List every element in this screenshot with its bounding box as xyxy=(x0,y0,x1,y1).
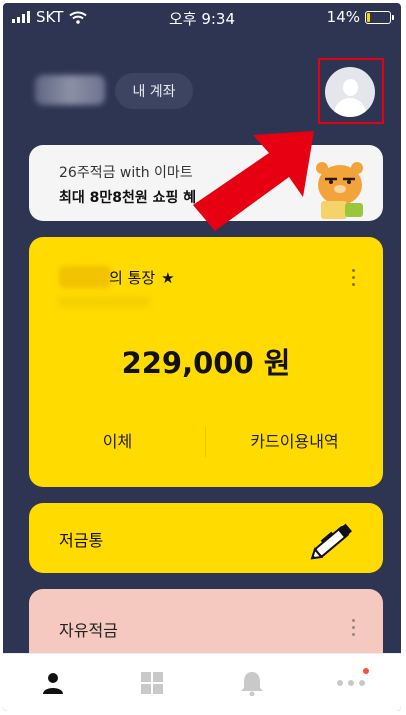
account-owner-blurred xyxy=(59,266,111,288)
account-title: 의 통장 ★ xyxy=(109,267,175,288)
pen-icon xyxy=(310,523,353,560)
grid-icon xyxy=(141,672,164,694)
bottom-nav xyxy=(3,653,401,711)
bell-icon xyxy=(240,672,263,696)
battery-percent: 14% xyxy=(326,8,360,26)
battery-icon xyxy=(365,10,394,24)
free-savings-label: 자유적금 xyxy=(59,621,118,640)
more-icon xyxy=(337,680,366,686)
account-number-blurred xyxy=(59,297,149,307)
savings-more-icon[interactable] xyxy=(350,619,356,640)
card-history-button[interactable]: 카드이용내역 xyxy=(206,427,383,457)
piggy-bank-card[interactable]: 저금통 xyxy=(29,503,383,573)
account-balance: 229,000 원 xyxy=(121,346,291,380)
account-more-icon[interactable] xyxy=(350,269,356,290)
red-arrow-annotation xyxy=(193,131,314,231)
favorite-star-icon: ★ xyxy=(161,269,175,287)
account-actions: 이체 카드이용내역 xyxy=(29,427,383,457)
my-account-button[interactable]: 내 계좌 xyxy=(115,73,193,109)
user-name-blurred xyxy=(35,75,105,105)
status-right: 14% xyxy=(326,8,394,26)
person-icon xyxy=(42,673,63,694)
tab-my-account[interactable] xyxy=(3,654,103,711)
tab-notifications[interactable] xyxy=(202,654,302,711)
banner-line2: 최대 8만8천원 쇼핑 혜 xyxy=(59,190,197,206)
banner-line1: 26주적금 with 이마트 xyxy=(59,165,193,181)
main-account-card[interactable]: 의 통장 ★ 229,000 원 이체 카드이용내역 xyxy=(29,237,383,487)
tab-more[interactable] xyxy=(302,654,402,711)
highlight-box xyxy=(318,58,384,124)
piggy-bank-label: 저금통 xyxy=(59,531,104,550)
transfer-button[interactable]: 이체 xyxy=(29,427,206,457)
notification-badge xyxy=(362,668,369,674)
status-bar: SKT 오후 9:34 14% xyxy=(3,3,401,33)
tab-products[interactable] xyxy=(103,654,203,711)
actions-divider xyxy=(205,427,206,457)
app-screen: SKT 오후 9:34 14% 내 계좌 26주적금 with 이마트 최대 8… xyxy=(3,3,401,711)
account-title-text: 의 통장 xyxy=(109,269,156,287)
